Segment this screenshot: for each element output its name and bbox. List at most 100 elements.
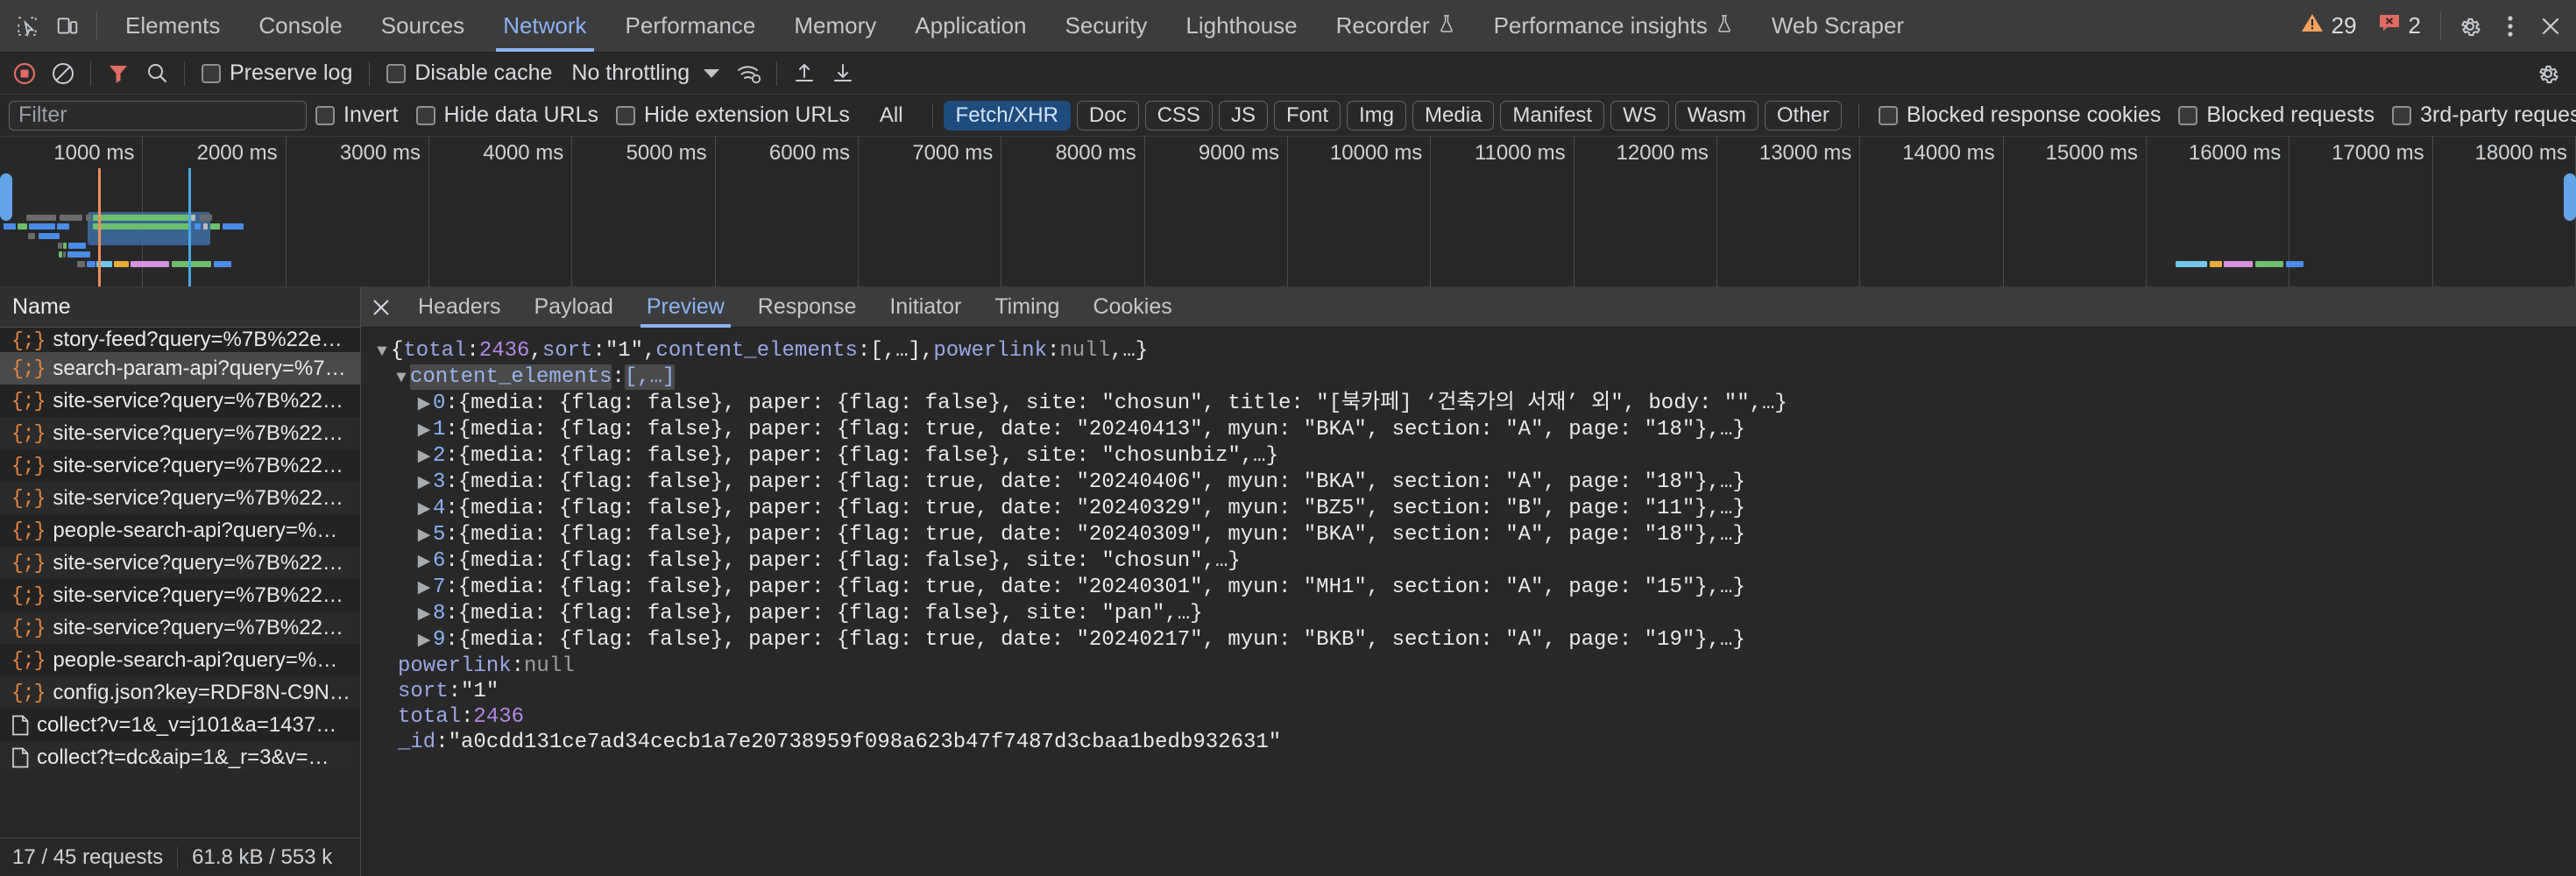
preserve-log-checkbox[interactable]: Preserve log (193, 60, 361, 86)
json-array-item[interactable]: ▶ 3: {media: {flag: false}, paper: {flag… (373, 470, 2576, 496)
request-rows[interactable]: {;} story-feed?query=%7B%22e… {;} search… (0, 328, 360, 837)
expand-arrow-icon[interactable]: ▼ (393, 365, 410, 391)
hide-data-urls-checkbox[interactable]: Hide data URLs (407, 102, 607, 128)
json-array-item[interactable]: ▶ 0: {media: {flag: false}, paper: {flag… (373, 391, 2576, 417)
request-row-collect-1[interactable]: collect?v=1&_v=j101&a=1437… (0, 709, 360, 741)
type-filter-img[interactable]: Img (1347, 100, 1407, 131)
request-row-config-json[interactable]: {;} config.json?key=RDF8N-C9N… (0, 676, 360, 709)
invert-checkbox[interactable]: Invert (307, 102, 407, 128)
record-button[interactable] (5, 54, 44, 93)
error-counter[interactable]: 2 (2367, 12, 2431, 39)
type-filter-other[interactable]: Other (1764, 100, 1842, 131)
json-array-item[interactable]: ▶ 8: {media: {flag: false}, paper: {flag… (373, 601, 2576, 627)
request-row-site-service-5[interactable]: {;} site-service?query=%7B%22… (0, 547, 360, 579)
panel-tab-console[interactable]: Console (239, 1, 361, 52)
type-filter-js[interactable]: JS (1218, 100, 1268, 131)
request-row-collect-2[interactable]: collect?t=dc&aip=1&_r=3&v=… (0, 741, 360, 774)
detail-tab-payload[interactable]: Payload (518, 287, 630, 328)
panel-tab-network[interactable]: Network (484, 1, 605, 52)
panel-tab-application[interactable]: Application (895, 1, 1045, 52)
request-row-story-feed[interactable]: {;} story-feed?query=%7B%22e… (0, 328, 360, 352)
inspect-element-icon[interactable] (7, 6, 47, 46)
json-array-item[interactable]: ▶ 7: {media: {flag: false}, paper: {flag… (373, 575, 2576, 601)
third-party-requests-checkbox[interactable]: 3rd-party requests (2383, 102, 2576, 128)
expand-arrow-icon[interactable]: ▶ (415, 444, 433, 470)
json-array-item[interactable]: ▶ 9: {media: {flag: false}, paper: {flag… (373, 627, 2576, 653)
warning-counter[interactable]: 29 (2290, 12, 2367, 39)
blocked-requests-checkbox[interactable]: Blocked requests (2169, 102, 2383, 128)
detail-tab-preview[interactable]: Preview (630, 287, 741, 328)
json-array-item[interactable]: ▶ 5: {media: {flag: false}, paper: {flag… (373, 522, 2576, 548)
request-row-people-search-api-2[interactable]: {;} people-search-api?query=%… (0, 644, 360, 676)
type-filter-media[interactable]: Media (1412, 100, 1495, 131)
panel-tab-security[interactable]: Security (1046, 1, 1167, 52)
type-filter-css[interactable]: CSS (1144, 100, 1213, 131)
type-filter-wasm[interactable]: Wasm (1674, 100, 1759, 131)
expand-arrow-icon[interactable]: ▶ (415, 497, 433, 522)
gear-icon[interactable] (2450, 6, 2490, 46)
json-array-item[interactable]: ▶ 4: {media: {flag: false}, paper: {flag… (373, 496, 2576, 522)
disable-cache-checkbox[interactable]: Disable cache (378, 60, 561, 86)
type-filter-manifest[interactable]: Manifest (1500, 100, 1605, 131)
kebab-menu-icon[interactable] (2490, 6, 2530, 46)
detail-tab-initiator[interactable]: Initiator (873, 287, 978, 328)
network-settings-gear-icon[interactable] (2529, 54, 2567, 93)
search-icon[interactable] (138, 54, 176, 93)
device-toolbar-icon[interactable] (47, 6, 88, 46)
overview-selection-handle-right[interactable] (2564, 173, 2576, 221)
expand-arrow-icon[interactable]: ▶ (415, 576, 433, 601)
json-field-total[interactable]: total: 2436 (373, 704, 2576, 730)
json-array-item[interactable]: ▶ 1: {media: {flag: false}, paper: {flag… (373, 417, 2576, 443)
hide-extension-urls-checkbox[interactable]: Hide extension URLs (607, 102, 859, 128)
request-row-people-search-api-1[interactable]: {;} people-search-api?query=%… (0, 514, 360, 547)
filter-button[interactable] (99, 54, 138, 93)
json-content-elements-line[interactable]: ▼ content_elements: [,…] (373, 364, 2576, 391)
panel-tab-web-scraper[interactable]: Web Scraper (1752, 1, 1923, 52)
json-preview-tree[interactable]: ▼ {total: 2436, sort: "1", content_eleme… (361, 328, 2576, 876)
import-har-icon[interactable] (785, 54, 824, 93)
json-array-item[interactable]: ▶ 2: {media: {flag: false}, paper: {flag… (373, 443, 2576, 470)
type-filter-all[interactable]: All (867, 101, 916, 131)
expand-arrow-icon[interactable]: ▶ (415, 418, 433, 443)
close-detail-icon[interactable] (361, 287, 401, 328)
blocked-response-cookies-checkbox[interactable]: Blocked response cookies (1870, 102, 2169, 128)
expand-arrow-icon[interactable]: ▼ (373, 339, 391, 364)
panel-tab-recorder[interactable]: Recorder (1317, 1, 1475, 52)
panel-tab-lighthouse[interactable]: Lighthouse (1166, 1, 1316, 52)
json-field-powerlink[interactable]: powerlink: null (373, 653, 2576, 679)
expand-arrow-icon[interactable]: ▶ (415, 392, 433, 417)
panel-tab-sources[interactable]: Sources (362, 1, 484, 52)
json-field-id[interactable]: _id: "a0cdd131ce7ad34cecb1a7e20738959f09… (373, 730, 2576, 755)
clear-button[interactable] (44, 54, 82, 93)
expand-arrow-icon[interactable]: ▶ (415, 470, 433, 496)
expand-arrow-icon[interactable]: ▶ (415, 628, 433, 653)
type-filter-fetch-xhr[interactable]: Fetch/XHR (943, 100, 1071, 131)
request-row-site-service-7[interactable]: {;} site-service?query=%7B%22… (0, 611, 360, 644)
request-row-search-param-api[interactable]: {;} search-param-api?query=%7… (0, 352, 360, 385)
overview-selection-handle-left[interactable] (0, 173, 12, 221)
panel-tab-memory[interactable]: Memory (775, 1, 895, 52)
detail-tab-response[interactable]: Response (741, 287, 874, 328)
expand-arrow-icon[interactable]: ▶ (415, 523, 433, 548)
expand-arrow-icon[interactable]: ▶ (415, 602, 433, 627)
panel-tab-performance-insights[interactable]: Performance insights (1475, 1, 1752, 52)
detail-tab-headers[interactable]: Headers (401, 287, 518, 328)
filter-input[interactable] (9, 100, 307, 131)
request-row-site-service-6[interactable]: {;} site-service?query=%7B%22… (0, 579, 360, 611)
panel-tab-performance[interactable]: Performance (606, 1, 775, 52)
request-row-site-service-2[interactable]: {;} site-service?query=%7B%22… (0, 417, 360, 449)
network-overview-timeline[interactable]: 1000 ms 2000 ms 3000 ms 4000 ms 5000 ms … (0, 137, 2576, 287)
request-row-site-service-1[interactable]: {;} site-service?query=%7B%22… (0, 385, 360, 417)
request-row-site-service-4[interactable]: {;} site-service?query=%7B%22… (0, 482, 360, 514)
detail-tab-cookies[interactable]: Cookies (1076, 287, 1188, 328)
network-conditions-icon[interactable] (730, 54, 768, 93)
type-filter-doc[interactable]: Doc (1076, 100, 1139, 131)
expand-arrow-icon[interactable]: ▶ (415, 549, 433, 575)
type-filter-font[interactable]: Font (1273, 100, 1341, 131)
request-list-column-header[interactable]: Name (0, 287, 360, 328)
export-har-icon[interactable] (824, 54, 862, 93)
throttling-select[interactable]: No throttling (561, 60, 730, 86)
type-filter-ws[interactable]: WS (1610, 100, 1669, 131)
detail-tab-timing[interactable]: Timing (978, 287, 1076, 328)
close-icon[interactable] (2530, 6, 2571, 46)
